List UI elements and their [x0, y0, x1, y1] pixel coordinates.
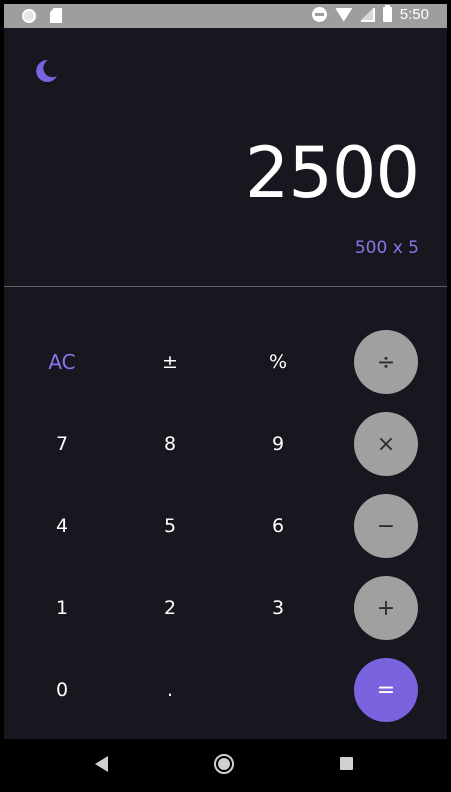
status-bar: 5:50 — [4, 4, 447, 28]
signal-icon — [360, 7, 375, 22]
home-icon[interactable] — [214, 754, 234, 774]
back-icon[interactable] — [95, 756, 108, 772]
recents-icon[interactable] — [340, 757, 353, 770]
digit-4-button[interactable]: 4 — [30, 494, 94, 558]
clear-button[interactable]: AC — [30, 330, 94, 394]
add-button[interactable]: + — [354, 576, 418, 640]
divide-button[interactable]: ÷ — [354, 330, 418, 394]
digit-3-button[interactable]: 3 — [246, 576, 310, 640]
plus-minus-button[interactable]: ± — [138, 330, 202, 394]
digit-9-button[interactable]: 9 — [246, 412, 310, 476]
do-not-disturb-icon — [311, 7, 327, 22]
navigation-bar — [4, 739, 447, 788]
status-time: 5:50 — [399, 6, 429, 23]
calculator-app: 2500 500 x 5 AC ± % ÷ 7 8 9 × 4 5 6 − 1 … — [4, 28, 447, 739]
decimal-button[interactable]: . — [138, 658, 202, 722]
multiply-button[interactable]: × — [354, 412, 418, 476]
digit-1-button[interactable]: 1 — [30, 576, 94, 640]
digit-0-button[interactable]: 0 — [30, 658, 94, 722]
equals-button[interactable]: = — [354, 658, 418, 722]
digit-2-button[interactable]: 2 — [138, 576, 202, 640]
notification-dot-icon — [22, 8, 36, 23]
wifi-icon — [334, 7, 353, 22]
keypad: AC ± % ÷ 7 8 9 × 4 5 6 − 1 2 3 + 0 . = — [4, 28, 447, 739]
digit-5-button[interactable]: 5 — [138, 494, 202, 558]
digit-6-button[interactable]: 6 — [246, 494, 310, 558]
percent-button[interactable]: % — [246, 330, 310, 394]
digit-8-button[interactable]: 8 — [138, 412, 202, 476]
sd-card-icon — [50, 8, 62, 23]
battery-icon — [382, 5, 392, 22]
digit-7-button[interactable]: 7 — [30, 412, 94, 476]
subtract-button[interactable]: − — [354, 494, 418, 558]
device-frame: 5:50 2500 500 x 5 AC ± % ÷ 7 8 9 × 4 5 6… — [0, 0, 451, 792]
